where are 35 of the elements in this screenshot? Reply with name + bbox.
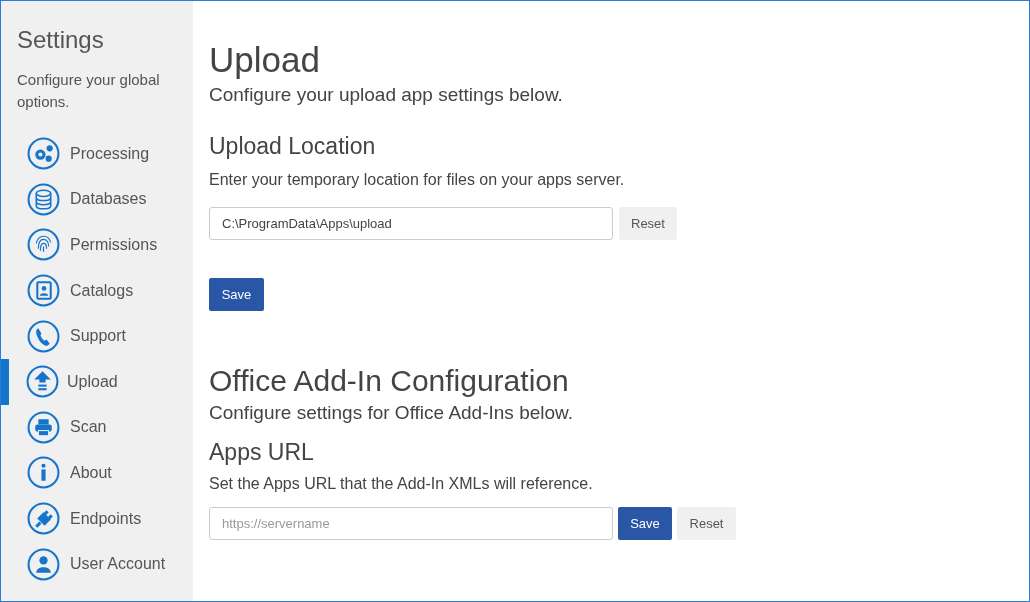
user-icon (27, 547, 60, 581)
printer-icon (27, 410, 60, 444)
page-title: Upload (209, 39, 321, 81)
sidebar-item[interactable]: Support (1, 313, 193, 359)
reset-button[interactable]: Reset (619, 207, 677, 240)
sidebar-item[interactable]: Catalogs (1, 267, 193, 314)
section-subtitle: Configure settings for Office Add-Ins below. (209, 401, 574, 425)
sidebar-description: Configure your global options. (17, 70, 161, 112)
sidebar-title: Settings (17, 25, 105, 55)
section-description: Set the Apps URL that the Add-In XMLs will reference. (209, 474, 594, 494)
save-button[interactable]: Save (618, 507, 672, 540)
page-subtitle: Configure your upload app settings below. (209, 83, 564, 107)
sidebar-item[interactable]: Processing (1, 131, 193, 177)
sidebar-item[interactable]: Permissions (1, 222, 193, 268)
fingerprint-icon (27, 228, 60, 262)
section-heading: Upload Location (209, 132, 377, 161)
sidebar-item[interactable]: Upload (1, 358, 193, 405)
section-description: Enter your temporary location for files on your apps server. (209, 170, 626, 190)
section-heading: Apps URL (209, 438, 315, 467)
info-icon (27, 456, 60, 490)
sidebar-item[interactable]: Databases (1, 176, 193, 223)
sidebar-item[interactable]: About (1, 450, 193, 496)
apps-url-field[interactable]: https://servername (209, 507, 613, 540)
contact-book-icon (27, 274, 60, 308)
section-title: Office Add-In Configuration (209, 363, 570, 399)
sidebar-item[interactable]: User Account (1, 541, 193, 587)
sidebar-item[interactable]: Endpoints (1, 495, 193, 542)
upload-location-field[interactable]: C:\ProgramData\Apps\upload (209, 207, 613, 240)
upload-icon (26, 365, 59, 399)
plug-icon (27, 502, 60, 536)
phone-icon (27, 319, 60, 353)
sidebar-item[interactable]: Scan (1, 404, 193, 451)
database-icon (27, 182, 60, 216)
reset-button[interactable]: Reset (677, 507, 736, 540)
save-button[interactable]: Save (209, 278, 264, 311)
